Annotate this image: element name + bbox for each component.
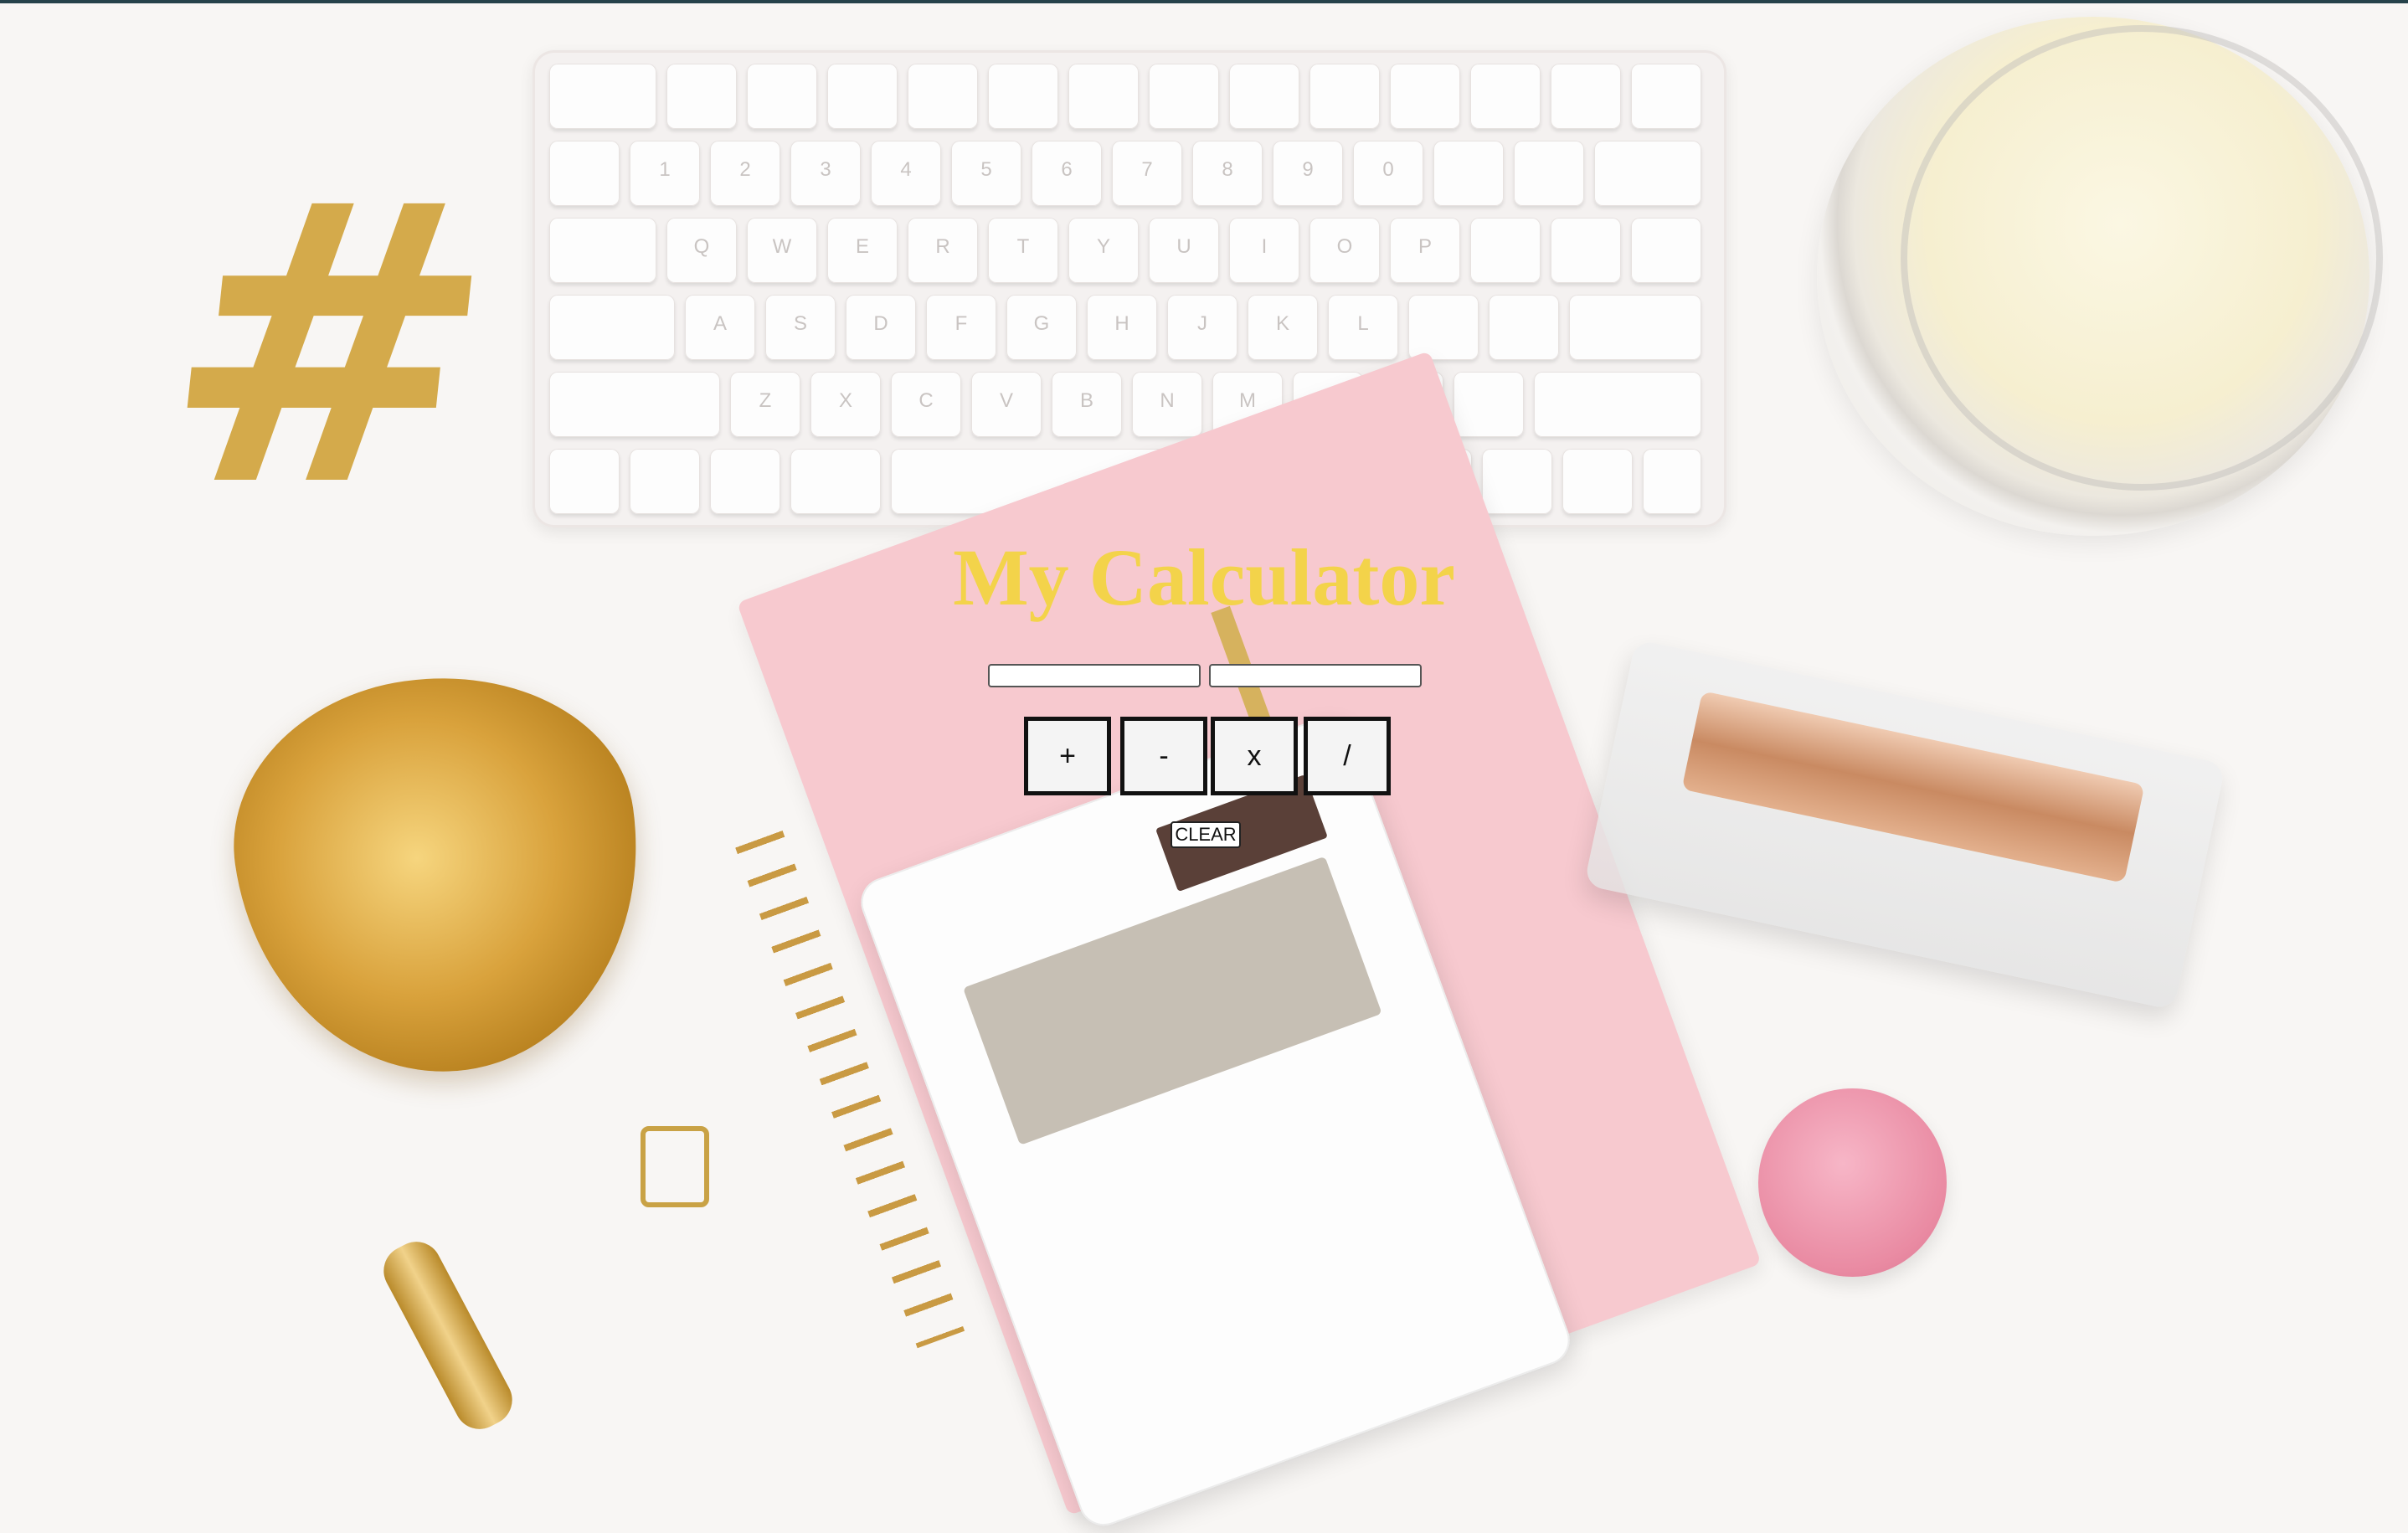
keyboard-key: J [1167,295,1237,360]
pink-lid-image [1758,1088,1947,1277]
keyboard-key [1068,64,1139,129]
keyboard-key: U [1149,218,1219,283]
keyboard-key [1551,218,1621,283]
keyboard-key: O [1309,218,1380,283]
keyboard-key [827,64,898,129]
keyboard-key [790,449,881,514]
keyboard-key [1569,295,1701,360]
keyboard-key [1482,449,1552,514]
keyboard-key: W [747,218,817,283]
keyboard-key: Q [666,218,737,283]
keyboard-key: D [846,295,916,360]
page-title: My Calculator [953,532,1455,622]
keyboard-key [549,295,675,360]
hash-decoration: # [143,123,514,571]
keyboard-key [1594,141,1701,206]
keyboard-key: P [1390,218,1460,283]
multiply-button[interactable]: x [1211,717,1298,795]
keyboard-key [1390,64,1460,129]
keyboard-key [549,64,656,129]
subtract-button[interactable]: - [1120,717,1207,795]
keyboard-key: E [827,218,898,283]
keyboard-key [747,64,817,129]
keyboard-key: Y [1068,218,1139,283]
keyboard-key [549,218,656,283]
keyboard-key: I [1229,218,1299,283]
candle-rim [1901,25,2383,491]
keyboard-image: 1 2 3 4 5 6 7 8 9 0 Q W E R T Y U I O P … [533,50,1726,527]
keyboard-key: 8 [1192,141,1263,206]
pen-image [374,1232,522,1438]
keyboard-key: 0 [1353,141,1423,206]
keyboard-key: 4 [871,141,941,206]
binder-clip-image [641,1126,709,1207]
keyboard-key: F [926,295,996,360]
keyboard-key: V [971,372,1042,437]
keyboard-key [1631,64,1701,129]
keyboard-key: A [685,295,755,360]
keyboard-key [1470,218,1541,283]
keyboard-key [630,449,700,514]
keyboard-key [710,449,780,514]
heart-dish-image [213,651,666,1098]
keyboard-key [1454,372,1524,437]
keyboard-key [908,64,978,129]
keyboard-key [1514,141,1584,206]
keyboard-key: C [891,372,961,437]
keyboard-key: 1 [630,141,700,206]
keyboard-key [549,372,720,437]
keyboard-key: K [1248,295,1318,360]
keyboard-key: 2 [710,141,780,206]
keyboard-key [1551,64,1621,129]
clear-button[interactable]: CLEAR [1171,821,1241,848]
keyboard-key [549,449,620,514]
keyboard-key [1470,64,1541,129]
keyboard-key [1408,295,1479,360]
keyboard-key: 6 [1032,141,1102,206]
keyboard-key: G [1006,295,1077,360]
keyboard-key [1309,64,1380,129]
keyboard-key [1534,372,1701,437]
keyboard-key: 9 [1273,141,1343,206]
keyboard-key [1149,64,1219,129]
keyboard-key [1562,449,1633,514]
keyboard-key: N [1132,372,1202,437]
keyboard-key: B [1052,372,1122,437]
keyboard-key: T [988,218,1058,283]
keyboard-key: H [1087,295,1157,360]
keyboard-key [1229,64,1299,129]
keyboard-key: X [810,372,881,437]
keyboard-key: L [1328,295,1398,360]
add-button[interactable]: + [1024,717,1111,795]
keyboard-key: 7 [1112,141,1182,206]
keyboard-key [666,64,737,129]
first-number-input[interactable] [988,664,1201,687]
keyboard-key [1631,218,1701,283]
divide-button[interactable]: / [1304,717,1391,795]
top-bar [0,0,2408,3]
keyboard-key: 3 [790,141,861,206]
keyboard-key: R [908,218,978,283]
keyboard-key [1433,141,1504,206]
keyboard-key: S [765,295,836,360]
keyboard-key: 5 [951,141,1021,206]
keyboard-key [1489,295,1559,360]
second-number-input[interactable] [1209,664,1422,687]
keyboard-key [1643,449,1701,514]
keyboard-key: Z [730,372,800,437]
keyboard-key [549,141,620,206]
keyboard-key [988,64,1058,129]
